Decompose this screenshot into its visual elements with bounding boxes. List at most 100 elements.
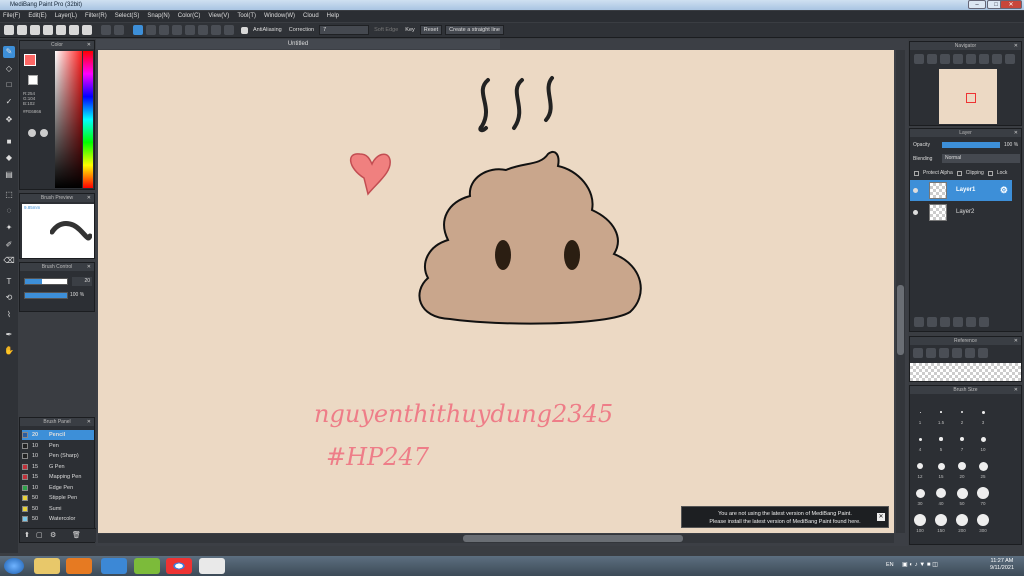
brush-item[interactable]: 10 Pen <box>22 441 94 451</box>
snap-curve-icon[interactable] <box>211 25 221 35</box>
new-file-icon[interactable] <box>4 25 14 35</box>
update-notification[interactable]: You are not using the latest version of … <box>681 506 889 528</box>
internet-explorer-icon[interactable] <box>101 558 127 574</box>
brush-item[interactable]: 15 G Pen <box>22 462 94 472</box>
brush-size-option[interactable] <box>935 514 947 526</box>
close-icon[interactable]: ✕ <box>1014 129 1018 137</box>
brush-size-option[interactable] <box>961 411 963 413</box>
palette-icon[interactable] <box>40 129 48 137</box>
navigator-viewport[interactable] <box>966 93 976 103</box>
eraser-tool-icon[interactable]: ◇ <box>3 63 15 75</box>
brush-size-option[interactable] <box>914 514 926 526</box>
media-player-icon[interactable] <box>66 558 92 574</box>
soft-edge-label[interactable]: Soft Edge <box>372 27 400 33</box>
actual-size-icon[interactable] <box>953 54 963 64</box>
dot-tool-icon[interactable]: □ <box>3 79 15 91</box>
magic-wand-icon[interactable]: ✦ <box>3 222 15 234</box>
brush-upload-icon[interactable]: ⬆ <box>24 531 30 539</box>
chrome-icon[interactable] <box>166 558 192 574</box>
brush-item[interactable]: 20 Pencil <box>22 430 94 440</box>
brush-size-option[interactable] <box>915 488 925 498</box>
hand-tool-icon[interactable]: ✋ <box>3 345 15 357</box>
brush-size-option[interactable] <box>981 410 985 414</box>
snap-settings-icon[interactable] <box>224 25 234 35</box>
brush-item[interactable]: 15 Mapping Pen <box>22 472 94 482</box>
snap-cross-icon[interactable] <box>159 25 169 35</box>
pen-tool-icon[interactable]: ✒ <box>3 329 15 341</box>
reference-zoom-out-icon[interactable] <box>965 348 975 358</box>
layer-settings-icon[interactable]: ⚙ <box>1000 180 1008 201</box>
zoom-in-icon[interactable] <box>914 54 924 64</box>
menu-item[interactable]: Window(W) <box>264 11 295 22</box>
start-button-icon[interactable] <box>4 558 24 574</box>
close-icon[interactable]: ✕ <box>1014 386 1018 394</box>
correction-select[interactable]: 7 <box>319 25 370 35</box>
tray-icons[interactable]: ▣ ◐ ♪ ▼ ■ ◫ <box>902 561 962 570</box>
select-pen-icon[interactable]: ✓ <box>3 96 15 108</box>
reference-close-icon[interactable] <box>939 348 949 358</box>
drawing-canvas[interactable]: nguyenthithuydung2345 #HP247 <box>98 50 894 533</box>
rotate-left-icon[interactable] <box>966 54 976 64</box>
close-icon[interactable]: ✕ <box>87 263 91 271</box>
protect-alpha-checkbox[interactable] <box>914 170 919 176</box>
reference-upload-icon[interactable] <box>913 348 923 358</box>
brush-size-slider[interactable] <box>24 278 68 285</box>
brush-tool-icon[interactable]: ✎ <box>3 46 15 58</box>
layer-menu-icon[interactable] <box>953 317 963 327</box>
delete-brush-icon[interactable]: 🗑 <box>72 531 81 539</box>
operation-tool-icon[interactable]: ⟲ <box>3 292 15 304</box>
redo-icon[interactable] <box>114 25 124 35</box>
brush-item[interactable]: 50 Sumi <box>22 504 94 514</box>
undo-icon[interactable] <box>101 25 111 35</box>
snap-parallel-icon[interactable] <box>146 25 156 35</box>
save-icon[interactable] <box>30 25 40 35</box>
brush-item[interactable]: 10 Edge Pen <box>22 483 94 493</box>
folder-icon[interactable] <box>966 317 976 327</box>
text-tool-icon[interactable]: T <box>3 276 15 288</box>
lasso-tool-icon[interactable]: ◌ <box>3 205 15 217</box>
add-brush-icon[interactable]: ▢ <box>36 531 43 539</box>
bucket-tool-icon[interactable]: ◆ <box>3 152 15 164</box>
brush-size-option[interactable] <box>917 463 923 469</box>
brush-size-value[interactable]: 20 <box>72 277 92 286</box>
brush-size-option[interactable] <box>958 462 966 470</box>
minimize-button[interactable]: – <box>968 0 986 9</box>
menu-item[interactable]: Filter(R) <box>85 11 107 22</box>
horizontal-scrollbar[interactable] <box>98 534 894 543</box>
close-button[interactable]: ✕ <box>1000 0 1022 9</box>
zoom-out-icon[interactable] <box>927 54 937 64</box>
menu-item[interactable]: Select(S) <box>115 11 140 22</box>
brush-size-option[interactable] <box>956 487 968 499</box>
reference-fit-icon[interactable] <box>978 348 988 358</box>
layer-row[interactable]: Layer2 <box>910 202 1012 223</box>
close-icon[interactable]: ✕ <box>87 418 91 426</box>
medibang-icon[interactable] <box>199 558 225 574</box>
eyedropper-icon[interactable]: ⌇ <box>3 309 15 321</box>
vertical-scrollbar[interactable] <box>896 50 905 533</box>
close-icon[interactable]: ✕ <box>87 194 91 202</box>
export-icon[interactable] <box>56 25 66 35</box>
menu-item[interactable]: File(F) <box>3 11 20 22</box>
visibility-icon[interactable] <box>913 188 918 193</box>
reference-open-icon[interactable] <box>926 348 936 358</box>
page-icon[interactable] <box>82 25 92 35</box>
flip-icon[interactable] <box>1005 54 1015 64</box>
select-eraser-icon[interactable]: ⌫ <box>3 255 15 267</box>
app-icon[interactable] <box>134 558 160 574</box>
background-color-swatch[interactable] <box>28 75 38 85</box>
brush-size-option[interactable] <box>956 514 968 526</box>
hue-slider[interactable] <box>83 51 93 188</box>
menu-item[interactable]: Cloud <box>303 11 319 22</box>
saturation-value-picker[interactable] <box>55 51 82 188</box>
layer-opacity-slider[interactable] <box>942 142 1000 148</box>
brush-size-option[interactable] <box>978 461 988 471</box>
brush-item[interactable]: 50 Watercolor <box>22 514 94 524</box>
clock[interactable]: 11:27 AM 9/11/2021 <box>990 558 1014 572</box>
blending-select[interactable]: Normal <box>942 154 1020 163</box>
new-layer-icon[interactable] <box>914 317 924 327</box>
menu-item[interactable]: Tool(T) <box>237 11 256 22</box>
menu-item[interactable]: Edit(E) <box>28 11 46 22</box>
brush-size-option[interactable] <box>936 488 946 498</box>
brush-size-option[interactable] <box>977 514 989 526</box>
foreground-color-swatch[interactable] <box>24 54 36 66</box>
